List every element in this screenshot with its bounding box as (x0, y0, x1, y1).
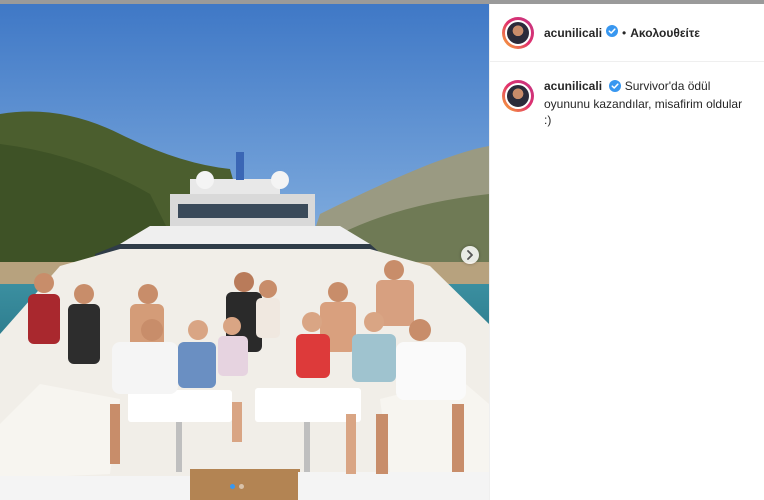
post-photo[interactable] (0, 4, 489, 500)
caption-comment: acunilicali Survivor'da ödül oyununu kaz… (490, 62, 764, 128)
carousel-next-button[interactable] (461, 246, 479, 264)
carousel-indicator (230, 484, 244, 489)
header-separator: • (622, 25, 627, 40)
avatar[interactable] (502, 80, 534, 112)
comment-body: acunilicali Survivor'da ödül oyununu kaz… (544, 78, 744, 128)
avatar-image (505, 19, 531, 46)
verified-badge-icon (606, 24, 619, 42)
chevron-right-icon (467, 250, 473, 260)
following-button[interactable]: Ακολουθείτε (630, 26, 700, 40)
username-link[interactable]: acunilicali (544, 26, 602, 40)
avatar-image (505, 83, 531, 109)
yacht-group-photo (0, 4, 489, 500)
avatar[interactable] (502, 16, 534, 49)
caption-username-link[interactable]: acunilicali (544, 79, 602, 93)
post-header: acunilicali • Ακολουθείτε (490, 4, 764, 62)
verified-badge-icon (609, 80, 622, 96)
post-sidebar: acunilicali • Ακολουθείτε acunilicali Su… (489, 4, 764, 500)
carousel-dot-active (230, 484, 235, 489)
carousel-dot (239, 484, 244, 489)
